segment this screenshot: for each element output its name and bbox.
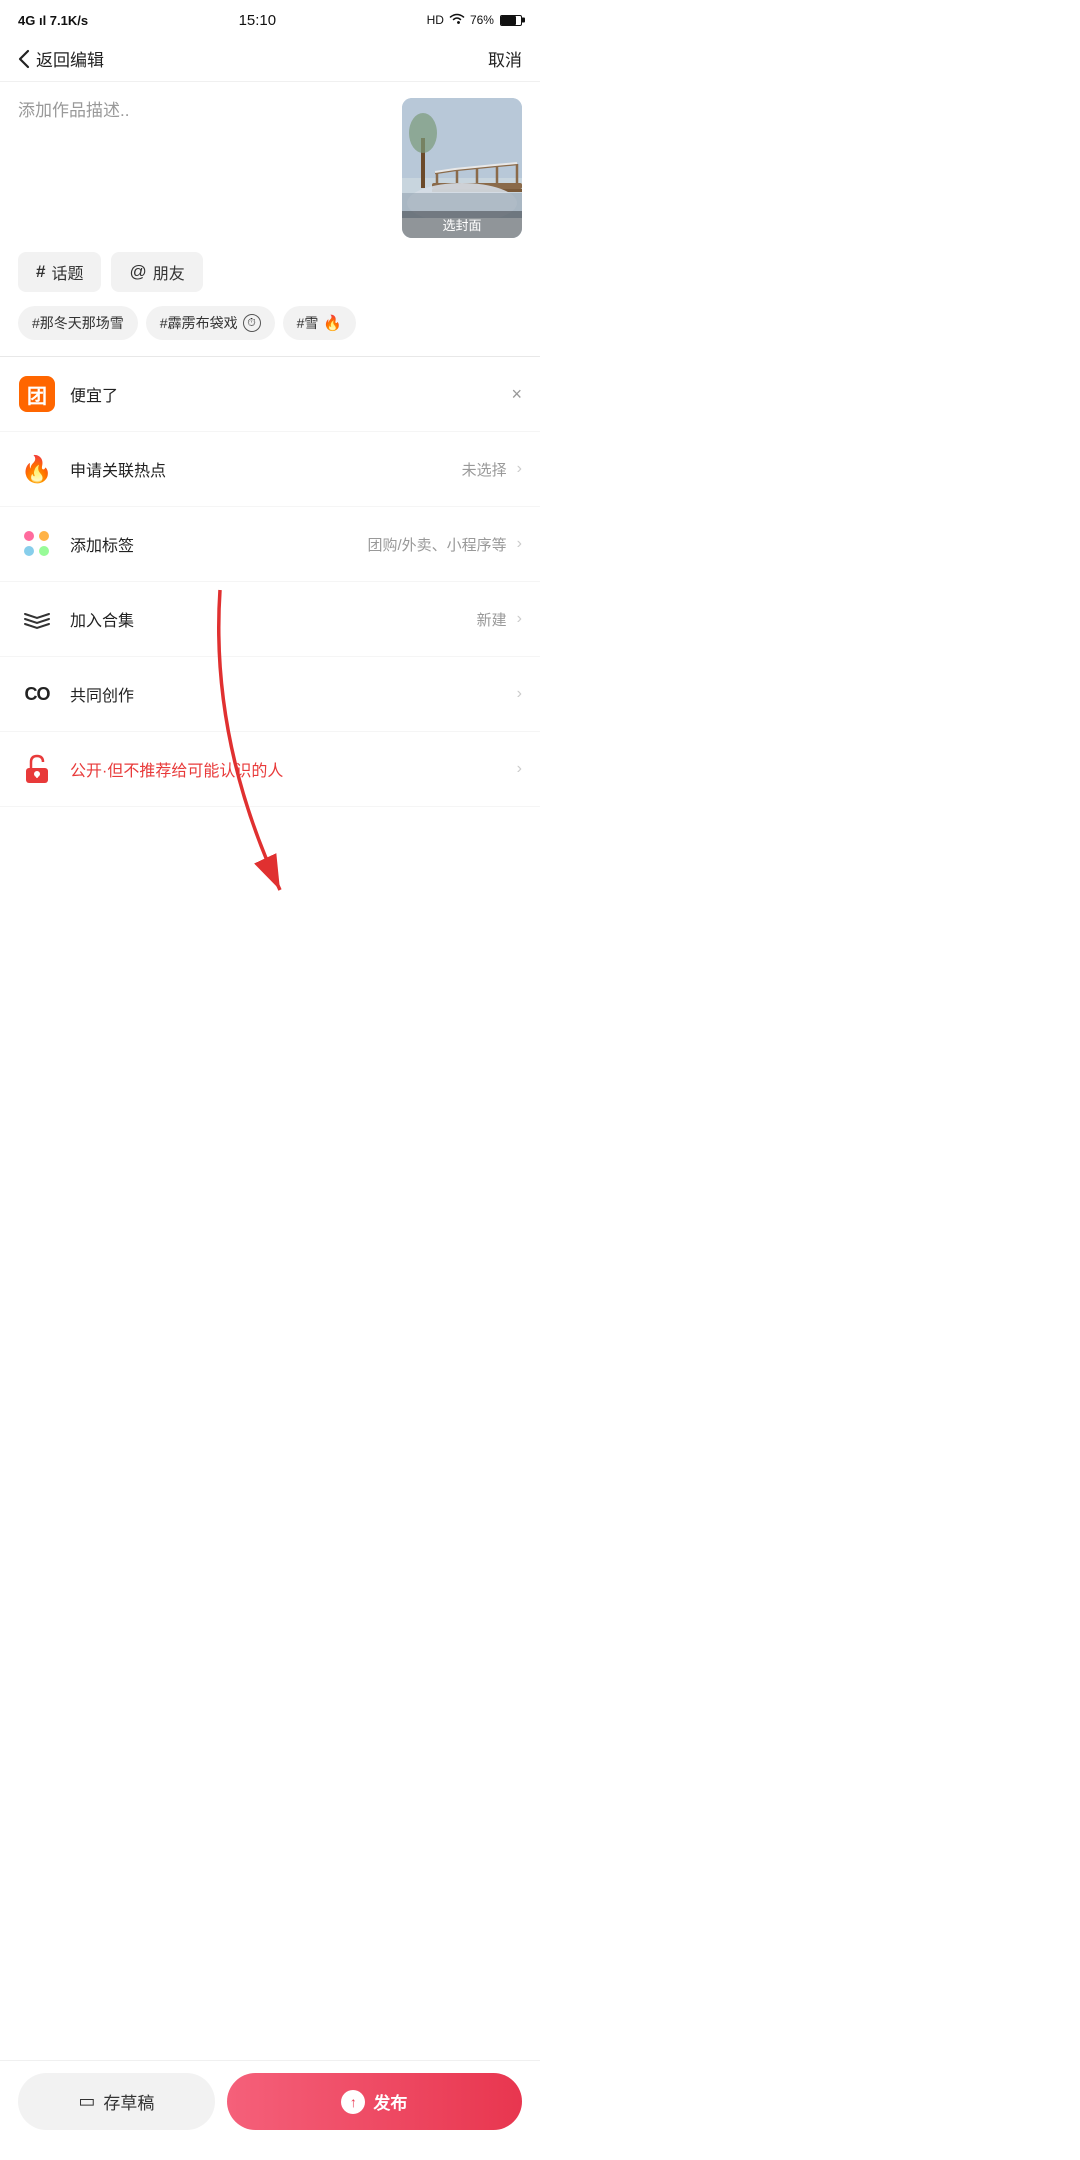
hashtag-text-snow: #那冬天那场雪 <box>32 313 124 333</box>
privacy-arrow-icon: › <box>517 760 522 778</box>
hashtag-chip-puppet[interactable]: #霹雳布袋戏 ⏱ <box>146 306 275 340</box>
content-area: 添加作品描述.. <box>0 82 540 248</box>
collection-title: 加入合集 <box>70 607 477 631</box>
collection-value: 新建 <box>477 609 507 630</box>
publish-button[interactable]: ↑ 发布 <box>227 2073 522 2130</box>
hash-icon: # <box>36 262 45 282</box>
hotspot-value: 未选择 <box>462 459 507 480</box>
upload-circle: ↑ <box>341 2090 365 2114</box>
draft-icon: ▭ <box>78 2091 95 2112</box>
back-chevron-icon <box>18 49 30 69</box>
hashtag-chip-snow[interactable]: #那冬天那场雪 <box>18 306 138 340</box>
tuanjou-icon-wrapper: 团 <box>18 375 56 413</box>
mention-label: 朋友 <box>153 260 185 284</box>
dots-icon <box>24 531 50 557</box>
list-item-tuanjou[interactable]: 团 便宜了 × <box>0 357 540 432</box>
back-button[interactable]: 返回编辑 <box>18 46 104 71</box>
list-item-collection[interactable]: 加入合集 新建 › <box>0 582 540 657</box>
hotspot-arrow-icon: › <box>517 460 522 478</box>
tags-title: 添加标签 <box>70 532 368 556</box>
status-battery-pct: 76% <box>470 13 494 27</box>
upload-arrow-icon: ↑ <box>350 2094 357 2110</box>
tuanjou-icon: 团 <box>19 376 55 412</box>
topic-label: 话题 <box>51 260 83 284</box>
tag-row: # 话题 @ 朋友 <box>0 248 540 306</box>
list-item-hotspot[interactable]: 🔥 申请关联热点 未选择 › <box>0 432 540 507</box>
collection-arrow-icon: › <box>517 610 522 628</box>
draft-label: 存草稿 <box>103 2089 154 2114</box>
hashtag-row: #那冬天那场雪 #霹雳布袋戏 ⏱ #雪 🔥 <box>0 306 540 356</box>
tags-arrow-icon: › <box>517 535 522 553</box>
nav-bar: 返回编辑 取消 <box>0 36 540 82</box>
hashtag-chip-xue[interactable]: #雪 🔥 <box>283 306 356 340</box>
mention-tag-button[interactable]: @ 朋友 <box>111 252 202 292</box>
thumbnail-area[interactable]: 选封面 <box>402 98 522 238</box>
cancel-button[interactable]: 取消 <box>488 46 522 71</box>
draft-button[interactable]: ▭ 存草稿 <box>18 2073 215 2130</box>
clock-icon: ⏱ <box>243 314 261 332</box>
co-icon: CO <box>25 684 50 705</box>
tags-value: 团购/外卖、小程序等 <box>368 534 507 555</box>
stack-icon <box>23 608 51 630</box>
status-left: 4G ıl 7.1K/s <box>18 13 88 28</box>
status-right: HD 76% <box>427 12 522 28</box>
fire-icon-chip: 🔥 <box>323 314 342 332</box>
co-icon-wrapper: CO <box>18 675 56 713</box>
lock-icon-wrapper <box>18 750 56 788</box>
fire-icon: 🔥 <box>21 454 53 485</box>
thumbnail-label: 选封面 <box>402 211 522 238</box>
at-icon: @ <box>129 262 146 282</box>
topic-tag-button[interactable]: # 话题 <box>18 252 101 292</box>
hashtag-text-puppet: #霹雳布袋戏 <box>160 313 238 333</box>
lock-icon <box>24 754 50 784</box>
status-time: 15:10 <box>239 12 277 29</box>
stack-icon-wrapper <box>18 600 56 638</box>
battery-icon <box>500 15 522 26</box>
status-bar: 4G ıl 7.1K/s 15:10 HD 76% <box>0 0 540 36</box>
bottom-bar: ▭ 存草稿 ↑ 发布 <box>0 2060 540 2160</box>
list-item-privacy[interactable]: 公开·但不推荐给可能认识的人 › <box>0 732 540 807</box>
list-item-tags[interactable]: 添加标签 团购/外卖、小程序等 › <box>0 507 540 582</box>
status-wifi <box>448 12 466 28</box>
cocreate-arrow-icon: › <box>517 685 522 703</box>
privacy-title: 公开·但不推荐给可能认识的人 <box>70 757 513 781</box>
dots-icon-wrapper <box>18 525 56 563</box>
tuanjou-close-button[interactable]: × <box>511 384 522 405</box>
hashtag-text-xue: #雪 <box>297 313 319 333</box>
tuanjou-title: 便宜了 <box>70 382 503 406</box>
description-input[interactable]: 添加作品描述.. <box>18 98 390 238</box>
list-item-cocreate[interactable]: CO 共同创作 › <box>0 657 540 732</box>
status-hd: HD <box>427 13 444 27</box>
fire-icon-wrapper: 🔥 <box>18 450 56 488</box>
publish-label: 发布 <box>373 2089 407 2114</box>
cocreate-title: 共同创作 <box>70 682 513 706</box>
back-label: 返回编辑 <box>36 46 104 71</box>
hotspot-title: 申请关联热点 <box>70 457 462 481</box>
